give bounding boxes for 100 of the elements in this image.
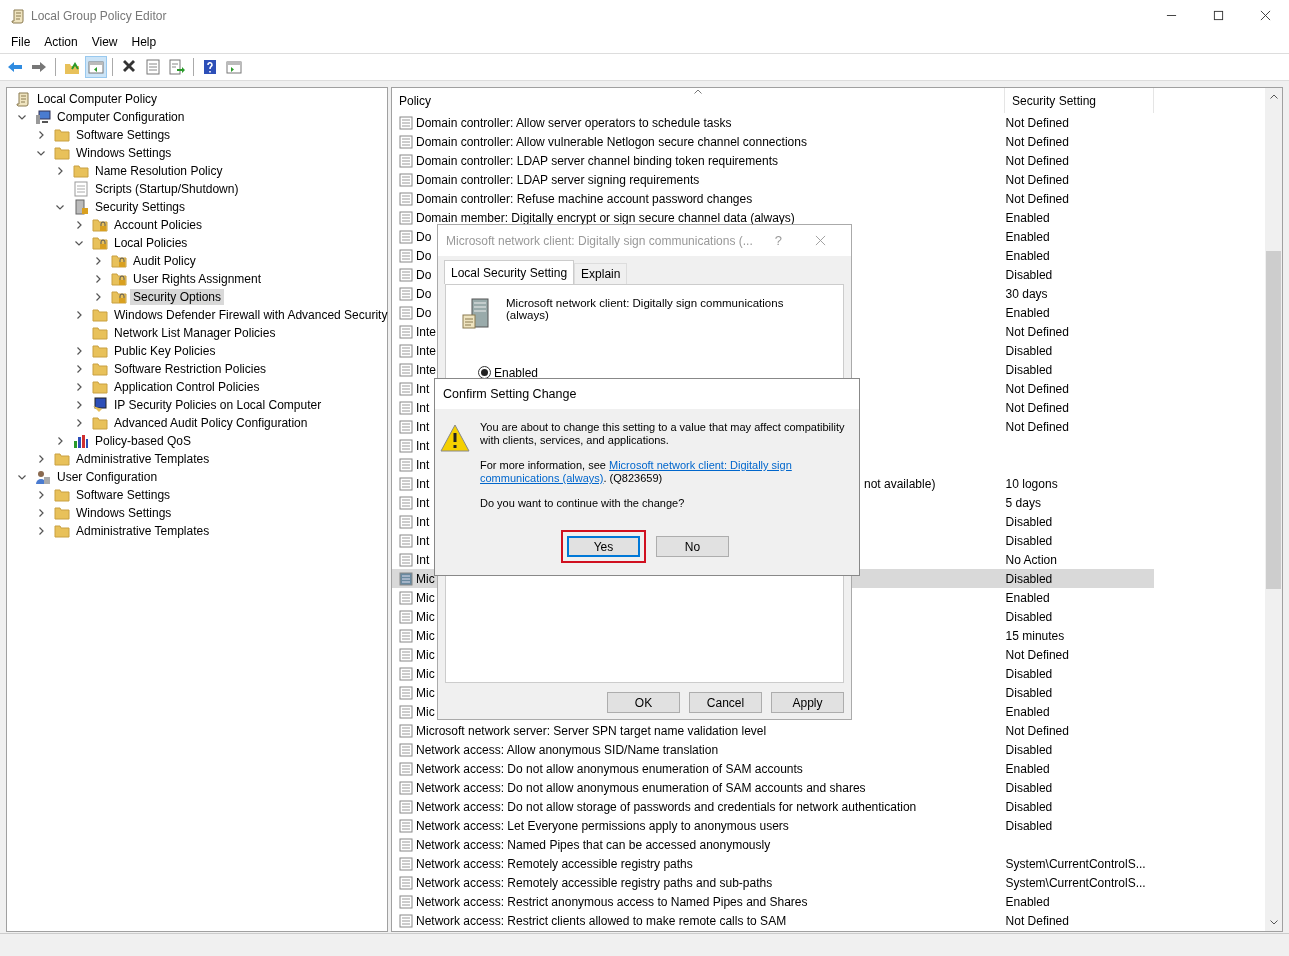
tree-item[interactable]: Account Policies — [111, 217, 206, 233]
tree-item[interactable]: Windows Settings — [73, 505, 175, 521]
tree-item[interactable]: Local Policies — [111, 235, 191, 251]
close-icon[interactable] — [1260, 10, 1271, 21]
tree-item[interactable]: User Configuration — [54, 469, 161, 485]
policy-name: Network access: Restrict clients allowed to make remote calls to SAM — [416, 913, 787, 928]
tree-item[interactable]: Name Resolution Policy — [92, 163, 226, 179]
policy-name: Mic — [416, 704, 435, 719]
security-setting: 30 days — [1005, 286, 1048, 301]
policy-icon — [399, 343, 413, 358]
scroll-down-icon[interactable] — [1269, 920, 1278, 925]
security-setting: Not Defined — [1005, 647, 1069, 662]
dialog-button[interactable]: Cancel — [689, 692, 762, 713]
expand-chevron-icon[interactable] — [36, 526, 46, 536]
collapse-chevron-icon[interactable] — [36, 148, 46, 158]
expand-chevron-icon[interactable] — [55, 436, 65, 446]
tree-item[interactable]: Advanced Audit Policy Configuration — [111, 415, 311, 431]
policy-name: Int — [416, 381, 430, 396]
security-setting: Disabled — [1005, 799, 1053, 814]
tree-item[interactable]: Scripts (Startup/Shutdown) — [92, 181, 242, 197]
help-link[interactable]: Microsoft network client: Digitally sign — [609, 459, 792, 471]
tree-item[interactable]: Windows Settings — [73, 145, 175, 161]
dialog-button[interactable]: Apply — [771, 692, 844, 713]
tab[interactable]: Explain — [574, 263, 628, 284]
expand-chevron-icon[interactable] — [36, 508, 46, 518]
security-setting: Disabled — [1005, 685, 1053, 700]
folder-icon — [73, 163, 89, 179]
tab[interactable]: Local Security Setting — [444, 260, 575, 284]
tree-toggle-button[interactable] — [85, 56, 107, 78]
expand-chevron-icon[interactable] — [74, 382, 84, 392]
dialog-button[interactable]: OK — [607, 692, 680, 713]
menu-item[interactable]: File — [4, 35, 38, 49]
tree-item[interactable]: Windows Defender Firewall with Advanced Security — [111, 307, 391, 323]
scroll-up-icon[interactable] — [1269, 94, 1278, 99]
question-text: Do you want to continue with the change? — [480, 497, 686, 510]
policy-icon — [399, 894, 413, 909]
security-setting: Disabled — [1005, 818, 1053, 833]
tree-item[interactable]: Public Key Policies — [111, 343, 219, 359]
policy-name: Int — [416, 457, 430, 472]
security-setting: Disabled — [1005, 267, 1053, 282]
expand-chevron-icon[interactable] — [36, 490, 46, 500]
collapse-chevron-icon[interactable] — [17, 112, 27, 122]
expand-chevron-icon[interactable] — [36, 454, 46, 464]
info-text: For more information, see Microsoft network client: Digitally sign communications (always). (Q823659) — [480, 459, 793, 485]
collapse-chevron-icon[interactable] — [55, 202, 65, 212]
folder-icon — [54, 127, 70, 143]
tree-item[interactable]: Software Settings — [73, 487, 174, 503]
collapse-chevron-icon[interactable] — [74, 238, 84, 248]
expand-chevron-icon[interactable] — [93, 274, 103, 284]
menu-item[interactable]: Help — [124, 35, 164, 49]
maximize-icon[interactable] — [1213, 10, 1224, 21]
policy-icon — [399, 647, 413, 662]
collapse-chevron-icon[interactable] — [17, 472, 27, 482]
policy-name: Inte — [416, 343, 436, 358]
export-button[interactable] — [166, 56, 188, 78]
security-setting: Disabled — [1005, 780, 1053, 795]
folder-icon — [92, 307, 108, 323]
export-icon — [169, 59, 185, 75]
expand-chevron-icon[interactable] — [93, 292, 103, 302]
policy-icon — [399, 704, 413, 719]
expand-chevron-icon[interactable] — [36, 130, 46, 140]
menu-item[interactable]: Action — [37, 35, 85, 49]
scrollbar-thumb[interactable] — [1266, 251, 1281, 589]
expand-chevron-icon[interactable] — [55, 166, 65, 176]
tree-item[interactable]: Security Settings — [92, 199, 189, 215]
tree-item[interactable]: Policy-based QoS — [92, 433, 195, 449]
tree-item[interactable]: IP Security Policies on Local Computer — [111, 397, 325, 413]
security-setting: 15 minutes — [1005, 628, 1065, 643]
tree-item[interactable]: Administrative Templates — [73, 451, 213, 467]
tree-item[interactable]: Software Settings — [73, 127, 174, 143]
policy-icon — [399, 267, 413, 282]
expand-chevron-icon[interactable] — [74, 346, 84, 356]
tree-item[interactable]: Software Restriction Policies — [111, 361, 270, 377]
menu-item[interactable]: View — [84, 35, 125, 49]
policy-title: Microsoft network client: Digitally sign communications (always) — [506, 297, 785, 321]
policy-name: Mic — [416, 685, 435, 700]
no-button[interactable]: No — [656, 536, 729, 557]
tree-item[interactable]: Computer Configuration — [54, 109, 188, 125]
tree-item[interactable]: Application Control Policies — [111, 379, 263, 395]
column-header[interactable]: Security Setting — [1004, 88, 1154, 113]
expand-chevron-icon[interactable] — [93, 256, 103, 266]
expand-chevron-icon[interactable] — [74, 220, 84, 230]
column-header[interactable]: Policy — [392, 88, 1004, 113]
tree-item[interactable]: Security Options — [130, 289, 225, 305]
computer-icon — [35, 109, 51, 125]
tree-item[interactable]: Local Computer Policy — [34, 91, 161, 107]
yes-button[interactable]: Yes — [567, 536, 640, 557]
expand-chevron-icon[interactable] — [74, 310, 84, 320]
expand-chevron-icon[interactable] — [74, 400, 84, 410]
tree-item[interactable]: Administrative Templates — [73, 523, 213, 539]
expand-chevron-icon[interactable] — [74, 418, 84, 428]
policy-name: Network access: Let Everyone permissions apply to anonymous users — [416, 818, 789, 833]
policy-name: Int — [416, 476, 430, 491]
tree-item[interactable]: Audit Policy — [130, 253, 199, 269]
policy-name: Microsoft network server: Server SPN target name validation level — [416, 723, 767, 738]
expand-chevron-icon[interactable] — [74, 364, 84, 374]
tree-item[interactable]: User Rights Assignment — [130, 271, 265, 287]
policy-icon — [399, 761, 413, 776]
tree-item[interactable]: Network List Manager Policies — [111, 325, 279, 341]
policy-name: Mic — [416, 628, 435, 643]
